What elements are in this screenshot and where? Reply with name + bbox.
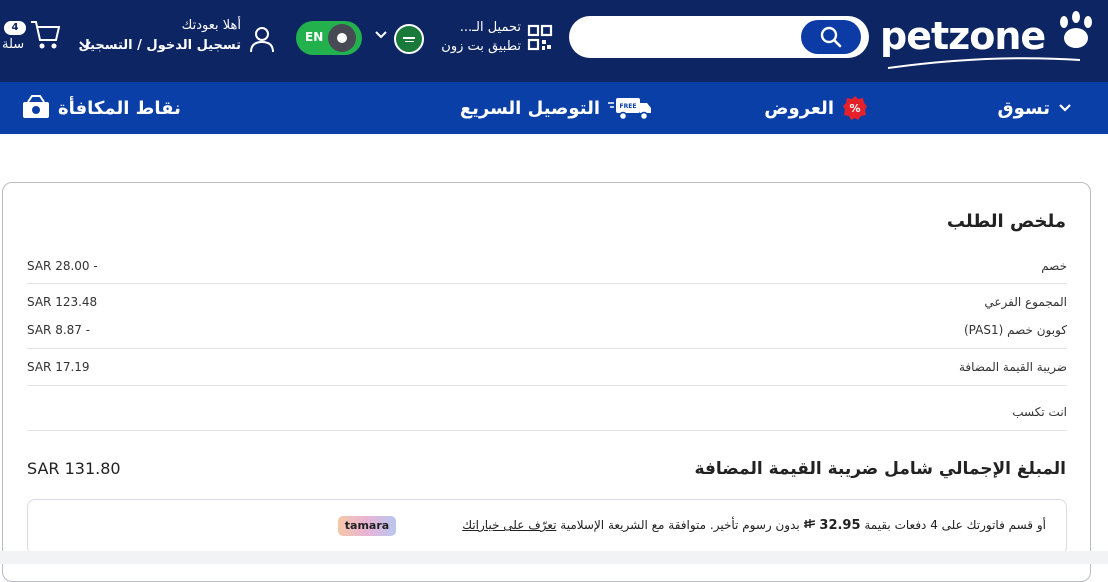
- page-bottom-strip: [0, 551, 1108, 564]
- nav-rewards[interactable]: نقاط المكافأة: [22, 82, 181, 134]
- nav-shop[interactable]: تسوق: [998, 82, 1072, 134]
- row-label: خصم: [1041, 259, 1067, 273]
- delivery-truck-icon: FREE: [608, 98, 651, 121]
- tamara-text-after: بدون رسوم تأخير. متوافقة مع الشريعة الإس…: [560, 518, 800, 532]
- app-download-link[interactable]: تحميل الـ... تطبيق بت زون: [432, 18, 557, 62]
- cart-button[interactable]: 4 سلة: [0, 16, 62, 62]
- nav-fast-delivery[interactable]: التوصيل السريع FREE: [460, 82, 652, 134]
- row-label: كوبون خصم (PAS1): [963, 323, 1067, 337]
- app-download-line1: تحميل الـ...: [459, 20, 521, 35]
- divider: [27, 348, 1067, 349]
- order-summary-title: ملخص الطلب: [946, 211, 1066, 232]
- language-label: EN: [305, 30, 324, 44]
- nav-shop-label: تسوق: [997, 97, 1050, 119]
- total-label: المبلغ الإجمالي شامل ضريبة القيمة المضاف…: [694, 459, 1066, 479]
- top-header: petzone تحميل الـ... تطبيق بت زون EN أهل…: [0, 0, 1108, 82]
- toggle-knob: [328, 24, 356, 52]
- login-register-link[interactable]: تسجيل الدخول / التسجيل: [78, 38, 241, 53]
- order-summary-card: ملخص الطلب خصم SAR 28.00 - المجموع الفرع…: [2, 182, 1091, 582]
- cart-icon: [31, 21, 60, 49]
- cart-count-badge: 4: [4, 21, 26, 35]
- saudi-flag-icon[interactable]: [394, 24, 424, 54]
- chevron-down-icon[interactable]: [374, 30, 388, 40]
- tamara-amount: 32.95: [819, 518, 861, 533]
- language-toggle[interactable]: EN: [296, 21, 362, 55]
- row-value: SAR 123.48: [27, 295, 98, 309]
- tamara-text: أو قسم فاتورتك على 4 دفعات بقيمة 32.95 ب…: [462, 518, 1046, 533]
- row-label: ضريبة القيمة المضافة: [958, 360, 1067, 374]
- row-value: SAR 8.87 -: [27, 323, 91, 337]
- petzone-logo[interactable]: petzone: [880, 8, 1095, 72]
- nav-offers-label: العروض: [764, 97, 834, 119]
- nav-rewards-label: نقاط المكافأة: [58, 97, 181, 119]
- free-badge-text: FREE: [620, 103, 637, 110]
- search-bar[interactable]: [569, 16, 869, 58]
- summary-row-vat: ضريبة القيمة المضافة SAR 17.19: [27, 360, 1067, 380]
- discount-badge-icon: %: [843, 96, 867, 120]
- row-label: انت تكسب: [1012, 405, 1067, 419]
- divider: [27, 385, 1067, 386]
- account-menu[interactable]: أهلا بعودتك تسجيل الدخول / التسجيل: [76, 18, 281, 62]
- row-label: المجموع الفرعي: [984, 295, 1067, 309]
- cart-label: سلة: [2, 37, 25, 52]
- row-value: SAR 17.19: [27, 360, 90, 374]
- tamara-installments-box: أو قسم فاتورتك على 4 دفعات بقيمة 32.95 ب…: [27, 499, 1067, 555]
- user-icon: [250, 27, 274, 53]
- summary-row-discount: خصم SAR 28.00 -: [27, 259, 1067, 279]
- tamara-logo: tamara: [338, 516, 396, 536]
- account-greeting: أهلا بعودتك: [181, 18, 241, 33]
- chevron-down-icon: [79, 41, 91, 49]
- divider: [27, 430, 1067, 431]
- row-value: SAR 28.00 -: [27, 259, 98, 273]
- riyal-symbol-icon: [803, 519, 815, 528]
- chevron-down-icon: [1059, 104, 1071, 112]
- qr-code-icon: [527, 24, 553, 51]
- search-button[interactable]: [801, 20, 861, 54]
- search-icon: [820, 26, 842, 48]
- nav-offers[interactable]: العروض %: [764, 82, 868, 134]
- main-nav: تسوق العروض % التوصيل السريع FREE نقاط ا…: [0, 82, 1108, 134]
- nav-delivery-label: التوصيل السريع: [459, 97, 600, 119]
- tamara-text-before: أو قسم فاتورتك على 4 دفعات بقيمة: [864, 518, 1046, 532]
- summary-row-coupon: كوبون خصم (PAS1) SAR 8.87 -: [27, 323, 1067, 343]
- rewards-money-icon: [23, 95, 49, 118]
- total-value: SAR 131.80: [27, 459, 121, 478]
- app-download-line2: تطبيق بت زون: [441, 39, 521, 54]
- summary-row-subtotal: المجموع الفرعي SAR 123.48: [27, 295, 1067, 315]
- tamara-learn-more-link[interactable]: تعرّف على خياراتك: [462, 518, 556, 532]
- paw-icon: [887, 11, 1092, 69]
- svg-text:%: %: [849, 102, 860, 115]
- divider: [27, 283, 1067, 284]
- summary-row-you-earn: انت تكسب: [27, 405, 1067, 425]
